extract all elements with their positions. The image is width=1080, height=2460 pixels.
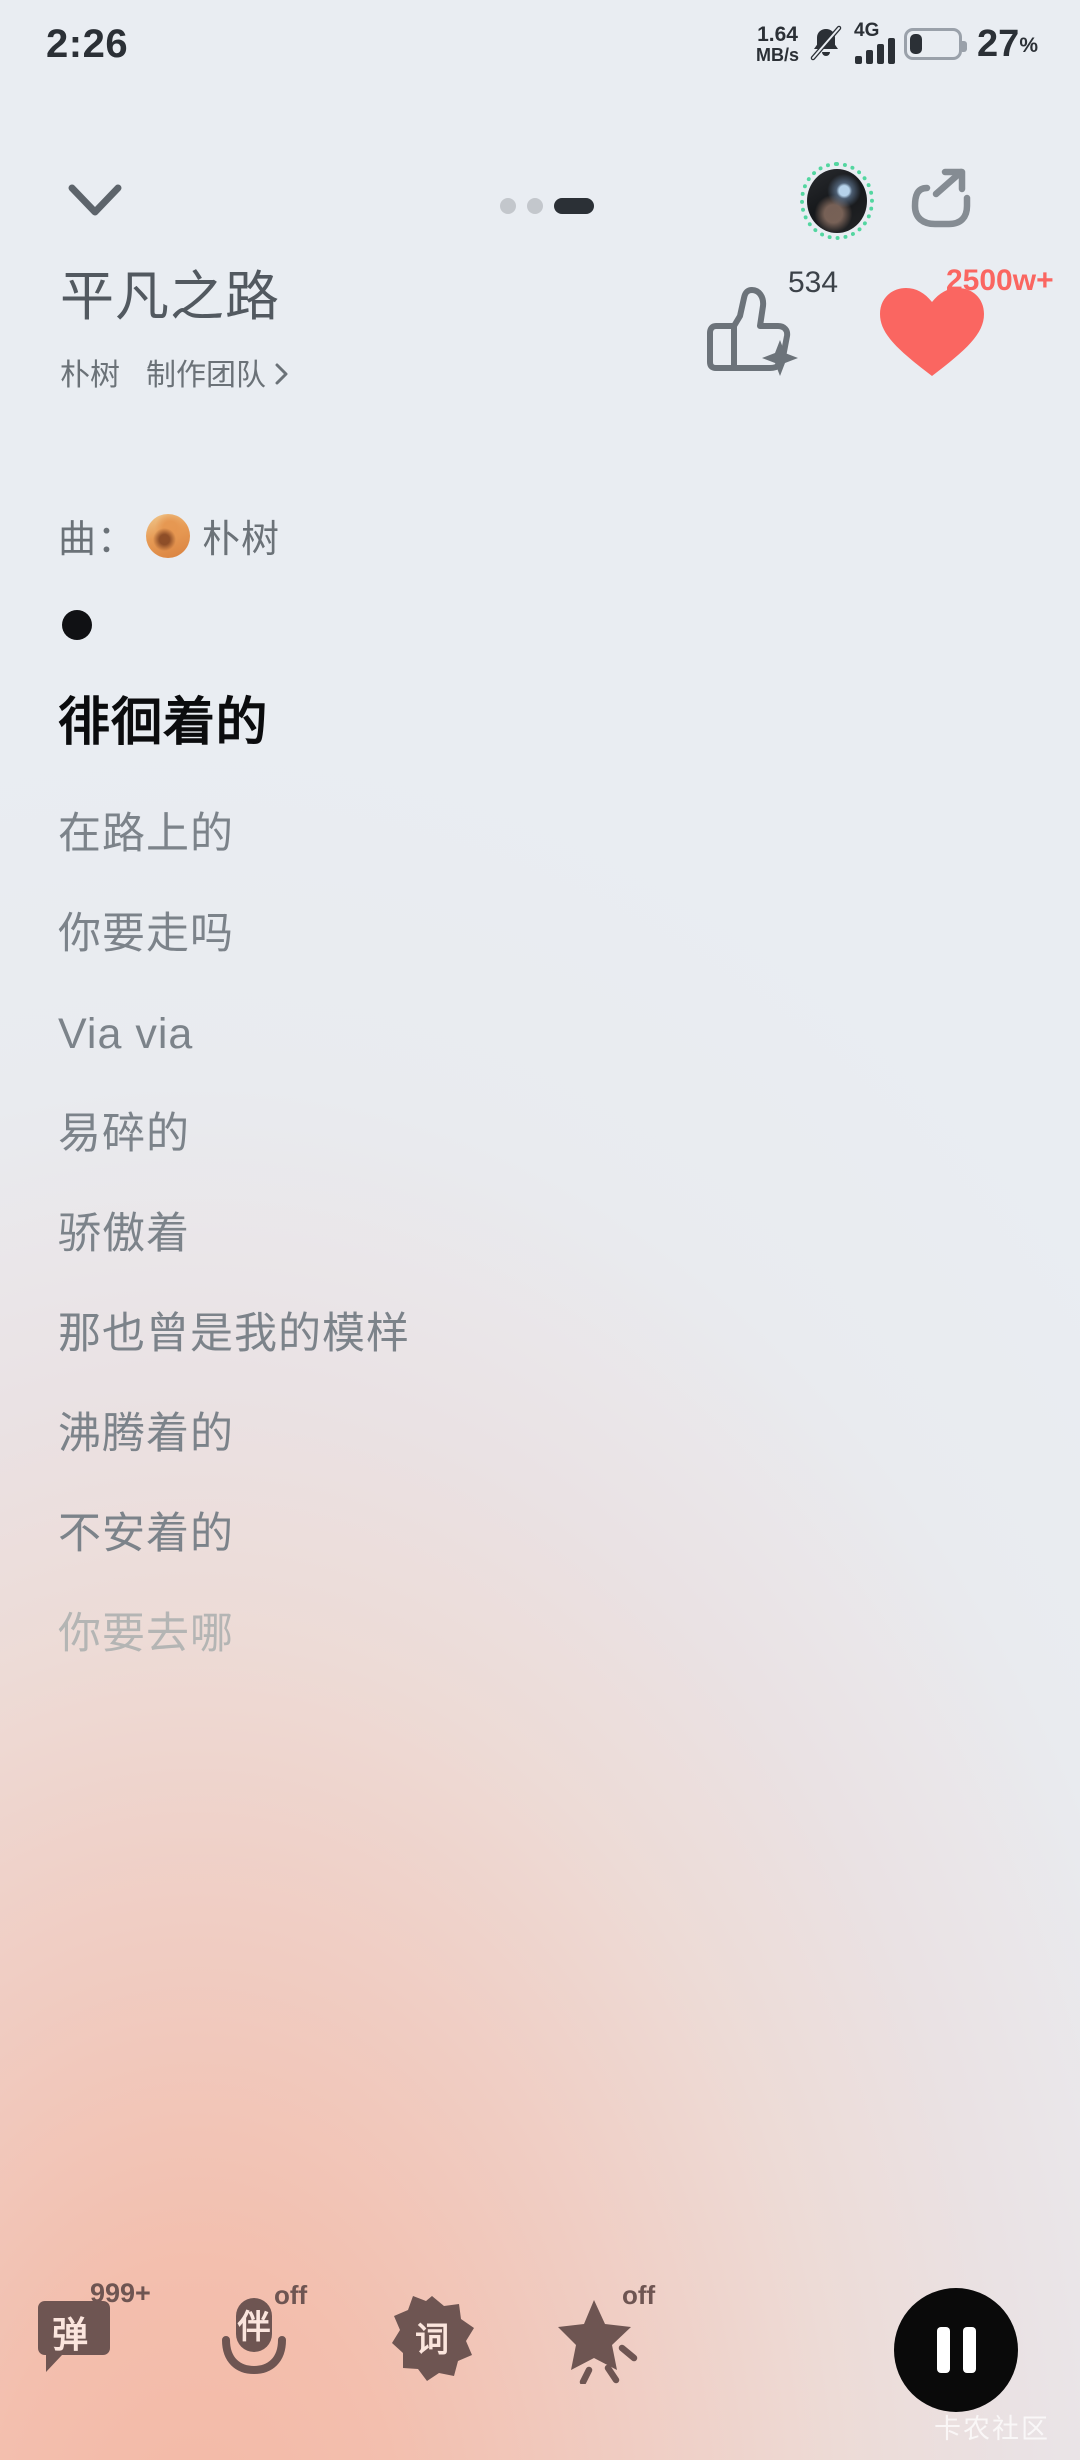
lyric-line[interactable]: 不安着的 xyxy=(58,1507,1040,1562)
composer-label: 曲： xyxy=(58,519,137,561)
thumbs-up-count: 534 xyxy=(788,266,839,299)
page-dot-3[interactable] xyxy=(554,198,594,214)
lyrics-glyph: 词 xyxy=(415,2320,449,2359)
pause-icon[interactable] xyxy=(894,2288,1018,2412)
accompaniment-button[interactable]: 伴 off xyxy=(208,2278,328,2388)
heart-filled-icon[interactable]: 2500w+ xyxy=(874,264,1054,380)
lyric-line[interactable]: 那也曾是我的模样 xyxy=(58,1307,1040,1362)
status-indicators: 1.64 MB/s 4G 27% xyxy=(756,20,1038,66)
thumbs-up-sparkle-icon[interactable]: 534 xyxy=(700,266,838,380)
song-subtitle-row: 朴树 制作团队 xyxy=(60,350,289,394)
avatar-image xyxy=(807,169,867,233)
lyric-line[interactable]: 在路上的 xyxy=(58,807,1040,862)
danmaku-count-badge: 999+ xyxy=(90,2278,151,2308)
player-top-nav xyxy=(0,150,1080,260)
signal-bars-icon: 4G xyxy=(853,20,896,64)
lyrics-button[interactable]: 词 xyxy=(386,2278,506,2388)
effects-state-badge: off xyxy=(622,2280,656,2310)
network-speed-indicator: 1.64 MB/s xyxy=(756,24,799,64)
now-playing-screen: 2:26 1.64 MB/s 4G 27% 平凡之路 朴树 制作团队 534 2… xyxy=(0,0,1080,2460)
song-artist[interactable]: 朴树 xyxy=(60,350,120,394)
chevron-right-icon xyxy=(274,360,289,385)
watermark: 卡农社区 xyxy=(934,2414,1050,2444)
danmaku-button[interactable]: 弹 999+ xyxy=(28,2278,151,2388)
song-title[interactable]: 平凡之路 xyxy=(60,266,289,330)
accompaniment-glyph: 伴 xyxy=(237,2308,271,2345)
page-dot-1[interactable] xyxy=(500,198,516,214)
lyric-line-active[interactable]: 徘徊着的 xyxy=(58,690,1040,757)
lyric-dot-indicator xyxy=(62,610,92,640)
battery-icon xyxy=(904,28,968,60)
share-icon[interactable] xyxy=(905,164,977,236)
lyric-line[interactable]: 易碎的 xyxy=(58,1107,1040,1162)
production-team-link[interactable]: 制作团队 xyxy=(146,350,289,394)
lyrics-panel[interactable]: 徘徊着的 在路上的 你要走吗 Via via 易碎的 骄傲着 那也曾是我的模样 … xyxy=(58,600,1040,1707)
lyric-line[interactable]: 你要去哪 xyxy=(58,1607,1040,1662)
player-bottom-toolbar: 弹 999+ 伴 off 词 off 卡农社区 xyxy=(0,2228,1080,2460)
production-team-label: 制作团队 xyxy=(146,358,266,392)
battery-percent: 27% xyxy=(977,22,1038,65)
chevron-down-icon[interactable] xyxy=(60,170,130,230)
composer-row[interactable]: 曲： 朴树 xyxy=(58,508,280,563)
lyric-line[interactable]: 你要走吗 xyxy=(58,907,1040,962)
network-speed-unit: MB/s xyxy=(756,44,800,65)
lyric-line[interactable]: 沸腾着的 xyxy=(58,1407,1040,1462)
reaction-bar: 534 2500w+ xyxy=(700,264,1054,380)
effects-button[interactable]: off xyxy=(556,2278,676,2388)
status-bar: 2:26 1.64 MB/s 4G 27% xyxy=(0,0,1080,88)
network-type-label: 4G xyxy=(854,20,880,41)
network-speed-value: 1.64 xyxy=(757,23,798,47)
lyric-line[interactable]: 骄傲着 xyxy=(58,1207,1040,1262)
composer-avatar xyxy=(146,513,191,558)
lyrics-flower-icon: 词 xyxy=(386,2292,478,2384)
page-dot-2[interactable] xyxy=(527,198,543,214)
song-info-block: 平凡之路 朴树 制作团队 xyxy=(60,266,289,394)
danmaku-glyph: 弹 xyxy=(51,2314,88,2355)
user-avatar[interactable] xyxy=(800,162,874,240)
accompaniment-state-badge: off xyxy=(274,2280,308,2310)
bell-muted-icon xyxy=(808,24,844,64)
page-indicator-dots[interactable] xyxy=(500,198,594,214)
composer-name[interactable]: 朴树 xyxy=(202,508,280,563)
heart-count: 2500w+ xyxy=(946,264,1054,297)
lyric-line[interactable]: Via via xyxy=(58,1007,1040,1062)
status-clock: 2:26 xyxy=(46,21,129,66)
